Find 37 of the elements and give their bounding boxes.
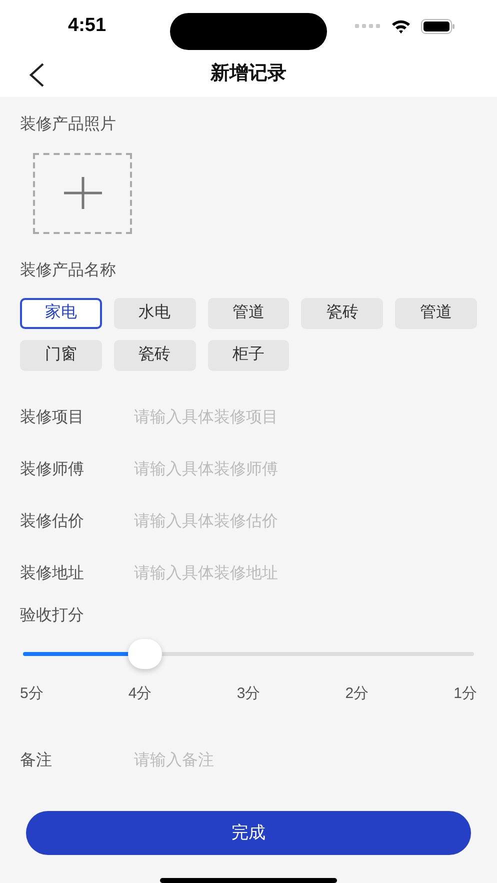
score-tick: 3分	[236, 684, 260, 704]
field-label: 备注	[20, 750, 53, 772]
signal-icon	[355, 23, 381, 30]
field-label: 装修师傅	[20, 460, 85, 480]
add-photo-button[interactable]	[33, 152, 132, 234]
field-label: 装修地址	[20, 564, 85, 584]
slider-thumb[interactable]	[128, 638, 162, 669]
section-label: 装修产品名称	[20, 260, 117, 281]
category-chip[interactable]: 瓷砖	[301, 298, 384, 329]
score-slider[interactable]	[23, 638, 474, 669]
input-field[interactable]: 请输入具体装修师傅	[134, 458, 477, 482]
field-label: 装修项目	[20, 408, 85, 428]
battery-icon	[421, 18, 455, 34]
category-chip[interactable]: 管道	[208, 298, 290, 329]
category-chip[interactable]: 门窗	[20, 340, 102, 371]
input-field[interactable]: 请输入具体装修项目	[134, 406, 477, 430]
status-time: 4:51	[68, 14, 106, 38]
category-chip[interactable]: 管道	[395, 298, 477, 329]
page-title: 新增记录	[210, 62, 286, 86]
section-label: 装修产品照片	[20, 114, 117, 135]
category-chip[interactable]: 瓷砖	[114, 340, 196, 371]
score-tick: 2分	[345, 684, 369, 704]
category-chip[interactable]: 家电	[20, 298, 102, 329]
category-chip[interactable]: 水电	[114, 298, 196, 329]
input-field[interactable]: 请输入备注	[134, 749, 477, 774]
score-tick: 5分	[20, 684, 44, 704]
input-field[interactable]: 请输入具体装修估价	[134, 510, 477, 534]
plus-icon	[64, 177, 102, 210]
back-icon[interactable]	[28, 62, 45, 88]
score-tick: 1分	[454, 684, 477, 704]
field-label: 装修估价	[20, 512, 85, 532]
input-field[interactable]: 请输入具体装修地址	[134, 562, 477, 586]
section-label: 验收打分	[20, 606, 85, 626]
wifi-icon	[391, 18, 411, 34]
category-chip[interactable]: 柜子	[208, 340, 290, 371]
score-tick: 4分	[128, 684, 152, 704]
submit-button[interactable]: 完成	[26, 811, 471, 856]
